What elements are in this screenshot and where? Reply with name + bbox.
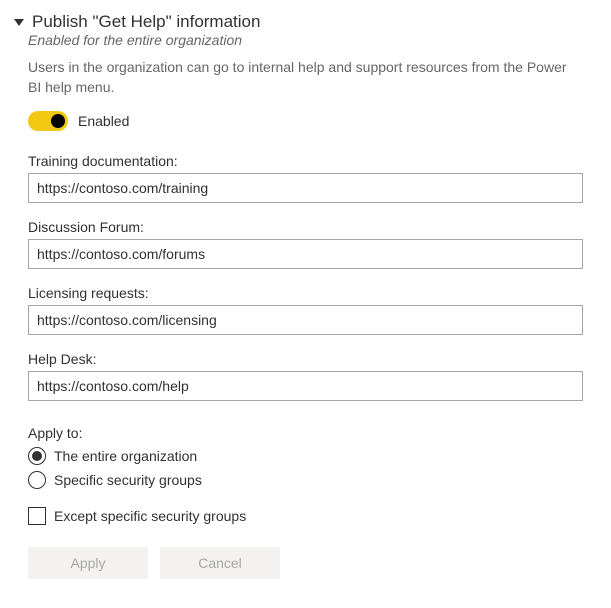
checkbox-except-label: Except specific security groups bbox=[54, 508, 246, 524]
checkbox-icon bbox=[28, 507, 46, 525]
radio-entire-organization[interactable]: The entire organization bbox=[28, 447, 583, 465]
helpdesk-input[interactable] bbox=[28, 371, 583, 401]
training-input[interactable] bbox=[28, 173, 583, 203]
toggle-thumb-icon bbox=[51, 114, 65, 128]
cancel-button[interactable]: Cancel bbox=[160, 547, 280, 579]
helpdesk-label: Help Desk: bbox=[28, 351, 583, 367]
forum-input[interactable] bbox=[28, 239, 583, 269]
section-subtitle: Enabled for the entire organization bbox=[28, 32, 583, 48]
radio-specific-groups[interactable]: Specific security groups bbox=[28, 471, 583, 489]
radio-entire-label: The entire organization bbox=[54, 448, 197, 464]
radio-icon-unselected bbox=[28, 471, 46, 489]
radio-icon-selected bbox=[28, 447, 46, 465]
enabled-toggle-label: Enabled bbox=[78, 113, 129, 129]
enabled-toggle[interactable] bbox=[28, 111, 68, 131]
radio-specific-label: Specific security groups bbox=[54, 472, 202, 488]
licensing-label: Licensing requests: bbox=[28, 285, 583, 301]
forum-label: Discussion Forum: bbox=[28, 219, 583, 235]
section-description: Users in the organization can go to inte… bbox=[28, 58, 583, 97]
apply-button[interactable]: Apply bbox=[28, 547, 148, 579]
checkbox-except-groups[interactable]: Except specific security groups bbox=[28, 507, 583, 525]
apply-to-label: Apply to: bbox=[28, 425, 583, 441]
licensing-input[interactable] bbox=[28, 305, 583, 335]
training-label: Training documentation: bbox=[28, 153, 583, 169]
section-title: Publish "Get Help" information bbox=[32, 12, 260, 32]
collapse-caret-icon[interactable] bbox=[14, 19, 24, 26]
